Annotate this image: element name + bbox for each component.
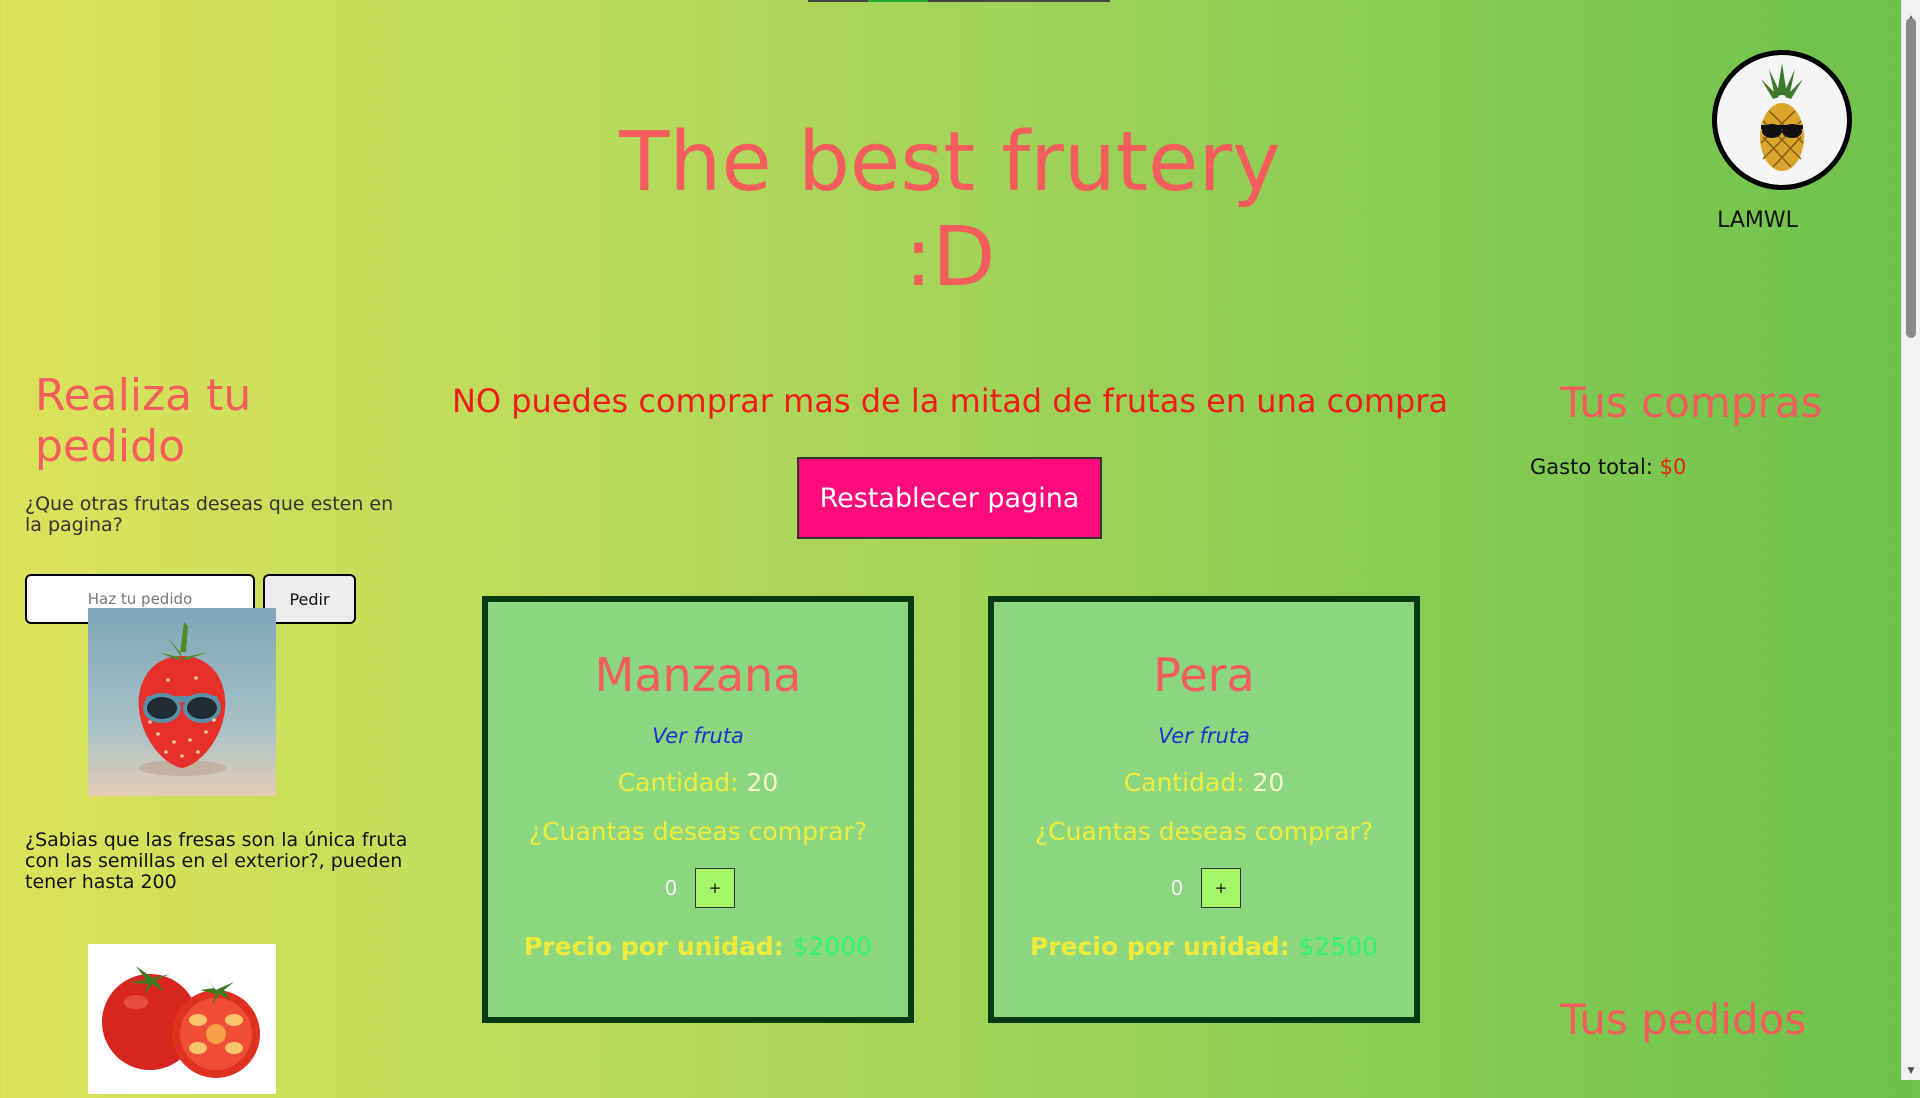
selected-amount: 0 <box>1170 876 1184 900</box>
selected-amount: 0 <box>664 876 678 900</box>
purchases-title: Tus compras <box>1560 378 1823 427</box>
view-fruit-link[interactable]: Ver fruta <box>994 724 1414 748</box>
order-question: ¿Que otras frutas deseas que esten en la… <box>25 493 394 536</box>
reset-page-button[interactable]: Restablecer pagina <box>797 457 1102 539</box>
fruit-name: Pera <box>1153 648 1255 702</box>
buy-question: ¿Cuantas deseas comprar? <box>528 817 868 846</box>
quantity-stepper: 0 + <box>488 868 908 908</box>
fruit-name: Manzana <box>594 648 802 702</box>
price-value: $2500 <box>1298 932 1379 961</box>
price-label: Precio por unidad: <box>523 932 784 961</box>
quantity-label: Cantidad: <box>1123 768 1245 797</box>
purchases-panel: Tus compras Gasto total: $0 <box>1530 378 1830 479</box>
vertical-scrollbar[interactable]: ▲ ▼ <box>1901 0 1920 1080</box>
order-panel-title: Realiza tu pedido <box>35 370 252 472</box>
order-button[interactable]: Pedir <box>263 574 356 624</box>
unit-price: Precio por unidad: $2500 <box>994 932 1414 961</box>
increment-button[interactable]: + <box>1201 868 1241 908</box>
scroll-down-arrow-icon[interactable]: ▼ <box>1902 1066 1920 1076</box>
fruit-quantity: Cantidad: 20 <box>488 768 908 797</box>
page-title: The best frutery :D <box>619 115 1281 305</box>
quantity-value: 20 <box>1252 768 1285 797</box>
total-spend: Gasto total: $0 <box>1530 455 1830 479</box>
price-label: Precio por unidad: <box>1029 932 1290 961</box>
orders-title: Tus pedidos <box>1560 995 1807 1044</box>
fruit-card-pera: Pera Ver fruta Cantidad: 20 ¿Cuantas des… <box>988 596 1420 1023</box>
price-value: $2000 <box>792 932 873 961</box>
profile[interactable]: LAMWL <box>1712 50 1852 233</box>
total-spend-value: $0 <box>1659 455 1687 479</box>
fruit-quantity: Cantidad: 20 <box>994 768 1414 797</box>
unit-price: Precio por unidad: $2000 <box>488 932 908 961</box>
total-spend-label: Gasto total: <box>1530 455 1653 479</box>
order-panel: Realiza tu pedido ¿Que otras frutas dese… <box>25 370 415 1094</box>
fruit-card-manzana: Manzana Ver fruta Cantidad: 20 ¿Cuantas … <box>482 596 914 1023</box>
tomato-image <box>88 944 276 1094</box>
pineapple-avatar-icon[interactable] <box>1712 50 1852 190</box>
strawberry-fact: ¿Sabias que las fresas son la única frut… <box>25 829 408 893</box>
profile-name: LAMWL <box>1717 208 1798 233</box>
quantity-stepper: 0 + <box>994 868 1414 908</box>
increment-button[interactable]: + <box>695 868 735 908</box>
scrollbar-thumb[interactable] <box>1906 18 1916 338</box>
buy-question: ¿Cuantas deseas comprar? <box>1034 817 1374 846</box>
top-progress-bar <box>808 0 1110 2</box>
top-progress-segment <box>868 0 928 2</box>
quantity-label: Cantidad: <box>617 768 739 797</box>
purchase-warning: NO puedes comprar mas de la mitad de fru… <box>451 382 1449 420</box>
strawberry-image <box>88 608 276 796</box>
quantity-value: 20 <box>746 768 779 797</box>
view-fruit-link[interactable]: Ver fruta <box>488 724 908 748</box>
